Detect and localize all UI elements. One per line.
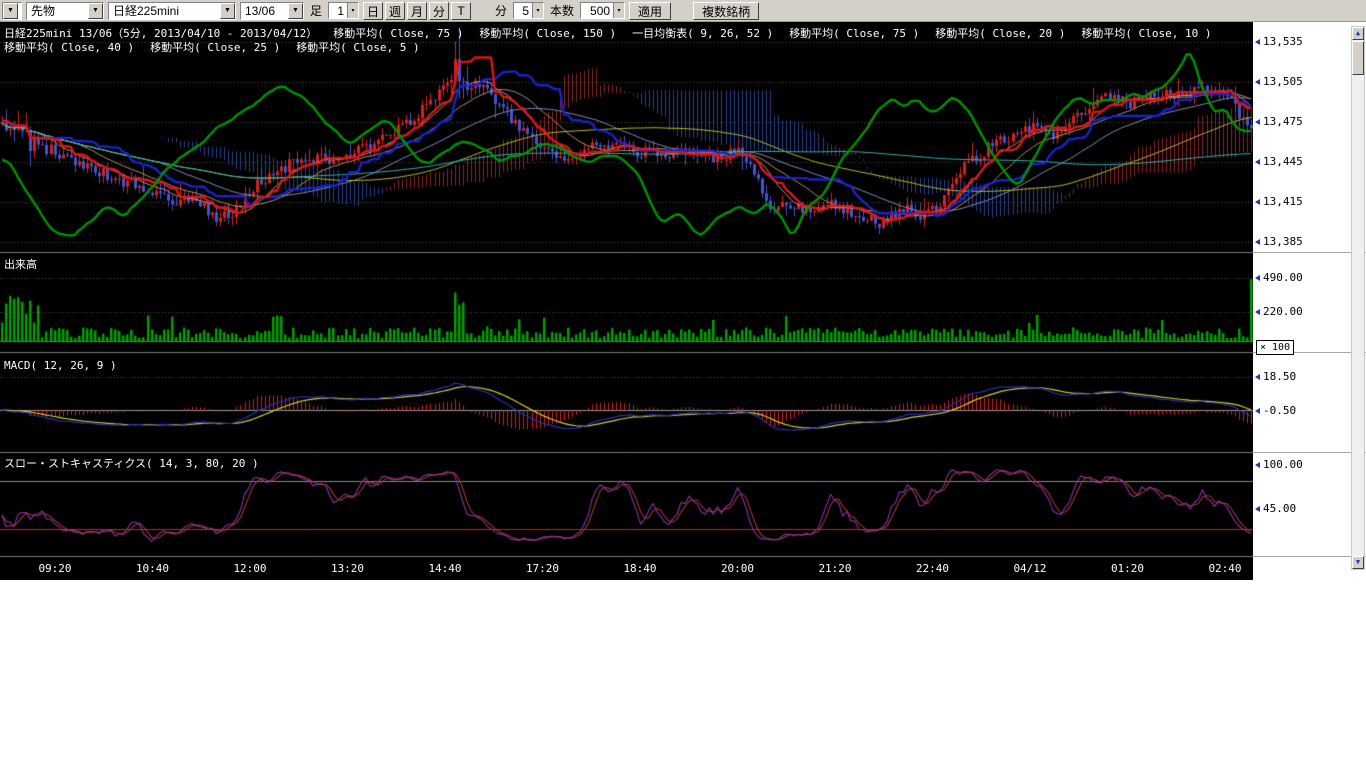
spinner-icon[interactable]: ▾ [532,3,543,18]
stoch-axis-label: 45.00 [1255,502,1296,515]
indicator-label: 移動平均( Close, 150 ) [479,27,616,40]
chart-region: 日経225mini 13/06（5分, 2013/04/10 - 2013/04… [0,22,1366,580]
time-axis-label: 04/12 [1013,562,1046,575]
time-axis-label: 20:00 [721,562,754,575]
price-axis-label: 13,535 [1255,35,1303,48]
timeframe-label: 足 [308,2,324,19]
stoch-panel-label: スロー・ストキャスティクス( 14, 3, 80, 20 ) [4,455,259,471]
time-axis-label: 14:40 [428,562,461,575]
chevron-down-icon: ▼ [88,3,103,19]
period-button-month[interactable]: 月 [407,2,427,20]
price-axis-label: 13,505 [1255,75,1303,88]
axis-tick-icon [1255,199,1260,205]
timeframe-value: 1 [329,3,347,18]
panel-separator [1253,556,1366,557]
indicator-label: 移動平均( Close, 75 ) [789,27,919,40]
volume-panel-label: 出来高 [4,256,37,272]
bar-count-value: 500 [581,3,613,18]
minutes-value: 5 [514,3,532,18]
multi-symbol-button[interactable]: 複数銘柄 [693,2,759,20]
instrument-type-combo[interactable]: 先物 ▼ [26,2,104,20]
instrument-type-value: 先物 [27,3,88,19]
time-axis-label: 18:40 [623,562,656,575]
bar-count-label: 本数 [548,2,576,19]
contract-month-combo[interactable]: 13/06 ▼ [240,2,304,20]
axis-tick-icon [1255,79,1260,85]
axis-tick-icon [1255,374,1260,380]
scrollbar-up-icon[interactable]: ▲ [1352,27,1364,40]
axis-tick-icon [1255,275,1260,281]
price-axis-label: 13,445 [1255,155,1303,168]
symbol-combo[interactable]: 日経225mini ▼ [108,2,236,20]
time-axis-label: 13:20 [331,562,364,575]
volume-axis-label: 220.00 [1255,305,1303,318]
axis-tick-icon [1255,39,1260,45]
time-axis-label: 09:20 [38,562,71,575]
price-axis-label: 13,385 [1255,235,1303,248]
chevron-down-icon: ▼ [3,3,18,19]
macd-axis-label: -0.50 [1255,404,1296,417]
period-button-day[interactable]: 日 [363,2,383,20]
contract-month-value: 13/06 [241,3,288,19]
time-axis-label: 12:00 [233,562,266,575]
time-axis-label: 17:20 [526,562,559,575]
spinner-icon[interactable]: ▾ [613,3,624,18]
period-button-week[interactable]: 週 [385,2,405,20]
scrollbar-thumb[interactable] [1352,41,1364,75]
volume-multiplier-badge: × 100 [1256,340,1294,355]
indicator-label: 移動平均( Close, 5 ) [296,41,419,54]
bar-count-input[interactable]: 500 ▾ [580,2,625,19]
chevron-down-icon: ▼ [220,3,235,19]
spinner-icon[interactable]: ▾ [347,3,358,18]
time-axis-label: 01:20 [1111,562,1144,575]
time-axis-label: 21:20 [818,562,851,575]
minutes-label: 分 [493,2,509,19]
period-button-minute[interactable]: 分 [429,2,449,20]
axis-tick-icon [1255,309,1260,315]
time-axis-label: 02:40 [1208,562,1241,575]
chevron-down-icon: ▼ [288,3,303,19]
indicator-label: 移動平均( Close, 10 ) [1081,27,1211,40]
chart-canvas[interactable] [0,22,1253,580]
price-axis-label: 13,475 [1255,115,1303,128]
scrollbar-down-icon[interactable]: ▼ [1352,556,1364,569]
volume-axis-label: 490.00 [1255,271,1303,284]
axis-tick-icon [1255,408,1260,414]
panel-separator [1253,252,1366,253]
indicator-label: 移動平均( Close, 20 ) [935,27,1065,40]
time-axis-label: 22:40 [916,562,949,575]
apply-button[interactable]: 適用 [629,2,671,20]
vertical-scrollbar[interactable]: ▲ ▼ [1351,26,1365,570]
axis-tick-icon [1255,159,1260,165]
indicator-label: 移動平均( Close, 25 ) [150,41,280,54]
chart-header-line2: 移動平均( Close, 40 ) 移動平均( Close, 25 ) 移動平均( … [4,39,436,55]
axis-tick-icon [1255,239,1260,245]
minutes-input[interactable]: 5 ▾ [513,2,544,19]
macd-axis-label: 18.50 [1255,370,1296,383]
period-button-tick[interactable]: T [451,2,471,20]
symbol-value: 日経225mini [109,3,220,19]
axis-tick-icon [1255,506,1260,512]
axis-tick-icon [1255,462,1260,468]
indicator-label: 移動平均( Close, 40 ) [4,41,134,54]
menu-dropdown[interactable]: ▼ [2,2,22,20]
toolbar: ▼ 先物 ▼ 日経225mini ▼ 13/06 ▼ 足 1 ▾ 日週月分T 分… [0,0,1366,22]
time-axis-label: 10:40 [136,562,169,575]
indicator-label: 一目均衡表( 9, 26, 52 ) [632,27,773,40]
timeframe-input[interactable]: 1 ▾ [328,2,359,19]
price-axis-label: 13,415 [1255,195,1303,208]
panel-separator [1253,452,1366,453]
axis-tick-icon [1255,119,1260,125]
macd-panel-label: MACD( 12, 26, 9 ) [4,359,117,372]
stoch-axis-label: 100.00 [1255,458,1303,471]
